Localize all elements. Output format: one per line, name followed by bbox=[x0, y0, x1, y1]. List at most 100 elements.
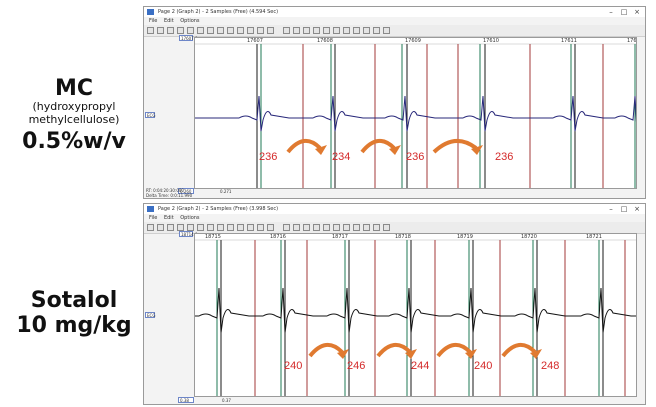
toolbar-button[interactable] bbox=[197, 224, 204, 231]
close-icon[interactable]: × bbox=[631, 204, 643, 214]
channel-field[interactable]: ECG bbox=[145, 112, 155, 118]
toolbar-button[interactable] bbox=[247, 27, 254, 34]
toolbar-button[interactable] bbox=[157, 224, 164, 231]
amplitude-field[interactable]: 0.38 bbox=[178, 397, 194, 403]
toolbar-button[interactable] bbox=[303, 27, 310, 34]
tick-label: 18718 bbox=[395, 234, 411, 240]
rr-interval-label: 244 bbox=[411, 360, 430, 372]
time-field[interactable]: 17607.0 bbox=[179, 35, 198, 41]
toolbar-button[interactable] bbox=[353, 27, 360, 34]
toolbar-button[interactable] bbox=[373, 224, 380, 231]
rr-interval-label: 246 bbox=[347, 360, 366, 372]
app-icon bbox=[147, 9, 154, 15]
toolbar-button[interactable] bbox=[383, 224, 390, 231]
menu-options[interactable]: Options bbox=[180, 214, 199, 222]
toolbar-button[interactable] bbox=[313, 27, 320, 34]
toolbar-button[interactable] bbox=[323, 224, 330, 231]
toolbar-button[interactable] bbox=[237, 27, 244, 34]
toolbar-button[interactable] bbox=[363, 224, 370, 231]
window-title-bar: Page 2 (Graph 2) - 2 Samples (Free) (4.5… bbox=[144, 7, 645, 17]
toolbar-button[interactable] bbox=[257, 27, 264, 34]
toolbar-button[interactable] bbox=[167, 27, 174, 34]
toolbar-button[interactable] bbox=[283, 27, 290, 34]
menu-file[interactable]: File bbox=[149, 214, 157, 222]
toolbar-button[interactable] bbox=[207, 224, 214, 231]
toolbar-button[interactable] bbox=[383, 27, 390, 34]
tick-label: 18716 bbox=[270, 234, 286, 240]
toolbar-button[interactable] bbox=[187, 27, 194, 34]
tick-label: 17608 bbox=[317, 38, 333, 44]
toolbar-button[interactable] bbox=[373, 27, 380, 34]
ecg-plot[interactable]: 17607 17608 17609 17610 17611 17612 bbox=[194, 37, 637, 189]
menu-edit[interactable]: Edit bbox=[164, 17, 174, 25]
rr-interval-label: 240 bbox=[284, 360, 303, 372]
toolbar-button[interactable] bbox=[207, 27, 214, 34]
rr-interval-label: 234 bbox=[332, 151, 351, 163]
toolbar-button[interactable] bbox=[237, 224, 244, 231]
tick-label: 17612 bbox=[627, 38, 637, 44]
toolbar-button[interactable] bbox=[343, 224, 350, 231]
window-title: Page 2 (Graph 2) - 2 Samples (Free) (3.9… bbox=[158, 206, 279, 212]
toolbar-button[interactable] bbox=[323, 27, 330, 34]
toolbar-button[interactable] bbox=[257, 224, 264, 231]
toolbar-button[interactable] bbox=[247, 224, 254, 231]
sotalol-dose: 10 mg/kg bbox=[16, 313, 132, 338]
mc-concentration: 0.5%w/v bbox=[22, 129, 126, 154]
rr-interval-label: 236 bbox=[406, 151, 425, 163]
toolbar-button[interactable] bbox=[167, 224, 174, 231]
status-delta: Delta Time: 0:0:11.990 bbox=[146, 193, 193, 198]
curved-arrow-icon bbox=[286, 139, 327, 155]
tick-label: 17607 bbox=[247, 38, 263, 44]
mc-subtitle-2: methylcellulose) bbox=[28, 113, 120, 126]
amplitude-value: 0.271 bbox=[220, 189, 232, 194]
channel-field[interactable]: ECG bbox=[145, 312, 155, 318]
maximize-icon[interactable]: □ bbox=[618, 7, 630, 17]
toolbar-button[interactable] bbox=[353, 224, 360, 231]
toolbar-button[interactable] bbox=[217, 224, 224, 231]
sotalol-title: Sotalol bbox=[30, 288, 118, 313]
toolbar-button[interactable] bbox=[227, 27, 234, 34]
menu-options[interactable]: Options bbox=[180, 17, 199, 25]
toolbar-button[interactable] bbox=[267, 27, 274, 34]
toolbar-button[interactable] bbox=[157, 27, 164, 34]
toolbar-button[interactable] bbox=[147, 224, 154, 231]
toolbar-button[interactable] bbox=[293, 27, 300, 34]
minimize-icon[interactable]: – bbox=[605, 7, 617, 17]
menu-bar: File Edit Options bbox=[144, 17, 645, 25]
toolbar-button[interactable] bbox=[227, 224, 234, 231]
time-field[interactable]: 18714.0 bbox=[179, 231, 198, 237]
window-title: Page 2 (Graph 2) - 2 Samples (Free) (4.5… bbox=[158, 9, 279, 15]
toolbar-button[interactable] bbox=[177, 27, 184, 34]
menu-file[interactable]: File bbox=[149, 17, 157, 25]
ecg-plot[interactable]: 18715 18716 18717 18718 18719 18720 1872… bbox=[194, 233, 637, 397]
mc-subtitle-1: (hydroxypropyl bbox=[32, 100, 116, 113]
tick-label: 18715 bbox=[205, 234, 221, 240]
tick-label: 18721 bbox=[586, 234, 602, 240]
toolbar-button[interactable] bbox=[177, 224, 184, 231]
minimize-icon[interactable]: – bbox=[605, 204, 617, 214]
toolbar-button[interactable] bbox=[303, 224, 310, 231]
toolbar-button[interactable] bbox=[147, 27, 154, 34]
close-icon[interactable]: × bbox=[631, 7, 643, 17]
toolbar-button[interactable] bbox=[313, 224, 320, 231]
rr-interval-label: 248 bbox=[541, 360, 560, 372]
maximize-icon[interactable]: □ bbox=[618, 204, 630, 214]
toolbar-button[interactable] bbox=[187, 224, 194, 231]
toolbar-button[interactable] bbox=[333, 27, 340, 34]
mc-ecg-window: Page 2 (Graph 2) - 2 Samples (Free) (4.5… bbox=[143, 6, 646, 199]
toolbar-button[interactable] bbox=[217, 27, 224, 34]
mc-title: MC bbox=[54, 76, 94, 101]
menu-edit[interactable]: Edit bbox=[164, 214, 174, 222]
ecg-trace bbox=[195, 287, 636, 333]
toolbar-button[interactable] bbox=[363, 27, 370, 34]
toolbar bbox=[144, 25, 645, 37]
ecg-trace-svg bbox=[195, 239, 636, 396]
toolbar-button[interactable] bbox=[197, 27, 204, 34]
toolbar-button[interactable] bbox=[267, 224, 274, 231]
toolbar-button[interactable] bbox=[293, 224, 300, 231]
tick-label: 17611 bbox=[561, 38, 577, 44]
toolbar-button[interactable] bbox=[333, 224, 340, 231]
toolbar-button[interactable] bbox=[283, 224, 290, 231]
toolbar-button[interactable] bbox=[343, 27, 350, 34]
ecg-trace-svg bbox=[195, 43, 636, 188]
